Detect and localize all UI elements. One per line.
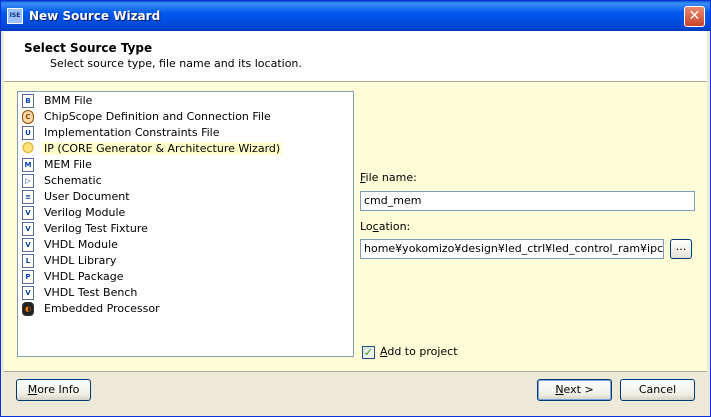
- location-input[interactable]: home¥yokomizo¥design¥led_ctrl¥led_contro…: [360, 239, 664, 259]
- list-item-chipscope[interactable]: C ChipScope Definition and Connection Fil…: [18, 109, 353, 125]
- constraints-file-icon: U: [22, 126, 34, 140]
- vhdl-test-bench-icon: V: [22, 286, 34, 300]
- list-item-embedded-processor[interactable]: ◐ Embedded Processor: [18, 301, 353, 317]
- list-item-user-document[interactable]: ≡ User Document: [18, 189, 353, 205]
- list-item-bmm-file[interactable]: B BMM File: [18, 93, 353, 109]
- list-item-vhdl-library[interactable]: L VHDL Library: [18, 253, 353, 269]
- app-icon: ISE: [7, 8, 23, 24]
- more-info-button[interactable]: More Info: [16, 379, 91, 401]
- vhdl-module-icon: V: [22, 238, 34, 252]
- vhdl-package-icon: P: [22, 270, 34, 284]
- file-name-input[interactable]: cmd_mem: [360, 191, 695, 211]
- wizard-footer: More Info Next > Cancel: [4, 371, 707, 416]
- wizard-content: B BMM File C ChipScope Definition and Conn…: [4, 82, 707, 371]
- list-item-vhdl-test-bench[interactable]: V VHDL Test Bench: [18, 285, 353, 301]
- list-item-mem-file[interactable]: M MEM File: [18, 157, 353, 173]
- bmm-file-icon: B: [22, 94, 34, 108]
- next-button[interactable]: Next >: [537, 379, 612, 401]
- chipscope-icon: C: [22, 110, 34, 124]
- window-title: New Source Wizard: [29, 9, 161, 23]
- close-button[interactable]: ✕: [684, 6, 705, 27]
- schematic-icon: ▷: [22, 174, 34, 188]
- cancel-button[interactable]: Cancel: [620, 379, 695, 401]
- wizard-header: Select Source Type Select source type, f…: [4, 31, 707, 82]
- user-document-icon: ≡: [22, 190, 34, 204]
- mem-file-icon: M: [22, 158, 34, 172]
- title-bar[interactable]: ISE New Source Wizard ✕: [1, 1, 710, 31]
- list-item-schematic[interactable]: ▷ Schematic: [18, 173, 353, 189]
- page-title: Select Source Type: [24, 41, 153, 55]
- page-subtitle: Select source type, file name and its lo…: [50, 57, 302, 70]
- list-item-ip-core[interactable]: IP (CORE Generator & Architecture Wizard…: [18, 141, 353, 157]
- list-item-verilog-test-fixture[interactable]: V Verilog Test Fixture: [18, 221, 353, 237]
- add-to-project-checkbox[interactable]: ✓: [362, 346, 375, 359]
- location-label: Location:: [360, 220, 411, 233]
- verilog-test-fixture-icon: V: [22, 222, 34, 236]
- source-type-list[interactable]: B BMM File C ChipScope Definition and Conn…: [17, 91, 354, 357]
- list-item-vhdl-package[interactable]: P VHDL Package: [18, 269, 353, 285]
- browse-button[interactable]: ...: [670, 239, 692, 259]
- list-item-constraints-file[interactable]: U Implementation Constraints File: [18, 125, 353, 141]
- new-source-wizard-window: ISE New Source Wizard ✕ Select Source Ty…: [0, 0, 711, 417]
- file-name-label: File name:: [360, 171, 417, 184]
- list-item-vhdl-module[interactable]: V VHDL Module: [18, 237, 353, 253]
- embedded-processor-icon: ◐: [22, 302, 34, 316]
- ip-core-icon: [22, 142, 34, 156]
- list-item-verilog-module[interactable]: V Verilog Module: [18, 205, 353, 221]
- vhdl-library-icon: L: [22, 254, 34, 268]
- verilog-module-icon: V: [22, 206, 34, 220]
- add-to-project-label[interactable]: Add to project: [380, 345, 458, 358]
